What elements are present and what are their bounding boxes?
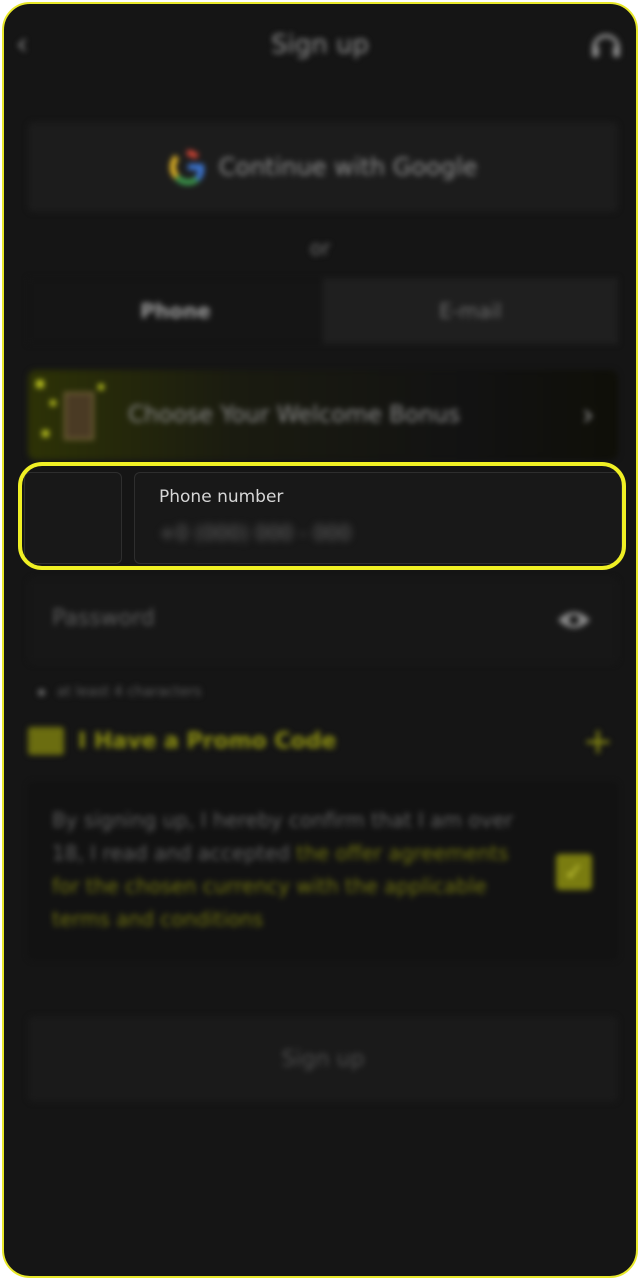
bullet-icon xyxy=(38,688,45,696)
tab-phone[interactable]: Phone xyxy=(28,278,323,344)
google-button-label: Continue with Google xyxy=(218,153,478,181)
password-hint-text: at least 4 characters xyxy=(57,684,202,700)
terms-box: By signing up, I hereby confirm that I a… xyxy=(28,782,618,960)
password-field[interactable]: Password xyxy=(28,578,618,664)
checkmark-icon: ✓ xyxy=(563,858,585,886)
promo-code-toggle[interactable]: I Have a Promo Code + xyxy=(28,721,618,762)
blurred-layer: ‹ Sign up Continue with Google or Phone … xyxy=(4,4,636,1276)
bonus-label: Choose Your Welcome Bonus xyxy=(128,402,461,428)
support-icon[interactable] xyxy=(588,28,624,64)
gift-icon xyxy=(28,370,128,460)
app-frame: ‹ Sign up Continue with Google or Phone … xyxy=(2,2,638,1278)
password-hint: at least 4 characters xyxy=(38,684,202,700)
password-placeholder: Password xyxy=(52,606,155,631)
or-divider: or xyxy=(309,236,331,260)
google-icon xyxy=(169,150,204,185)
terms-checkbox[interactable]: ✓ xyxy=(556,854,592,890)
signup-button[interactable]: Sign up xyxy=(28,1016,618,1102)
google-signin-button[interactable]: Continue with Google xyxy=(28,122,618,212)
tab-email[interactable]: E-mail xyxy=(323,278,618,344)
terms-text: By signing up, I hereby confirm that I a… xyxy=(52,804,542,936)
signup-method-tabs: Phone E-mail xyxy=(28,278,618,344)
phone-highlight-outline xyxy=(18,462,626,570)
eye-icon[interactable] xyxy=(556,608,592,632)
promo-label: I Have a Promo Code xyxy=(78,728,337,754)
plus-icon[interactable]: + xyxy=(578,721,618,762)
ticket-icon xyxy=(28,727,64,755)
chevron-right-icon: › xyxy=(582,397,594,433)
page-title: Sign up xyxy=(271,30,369,60)
header: ‹ Sign up xyxy=(4,22,636,72)
welcome-bonus-banner[interactable]: Choose Your Welcome Bonus › xyxy=(28,370,618,460)
